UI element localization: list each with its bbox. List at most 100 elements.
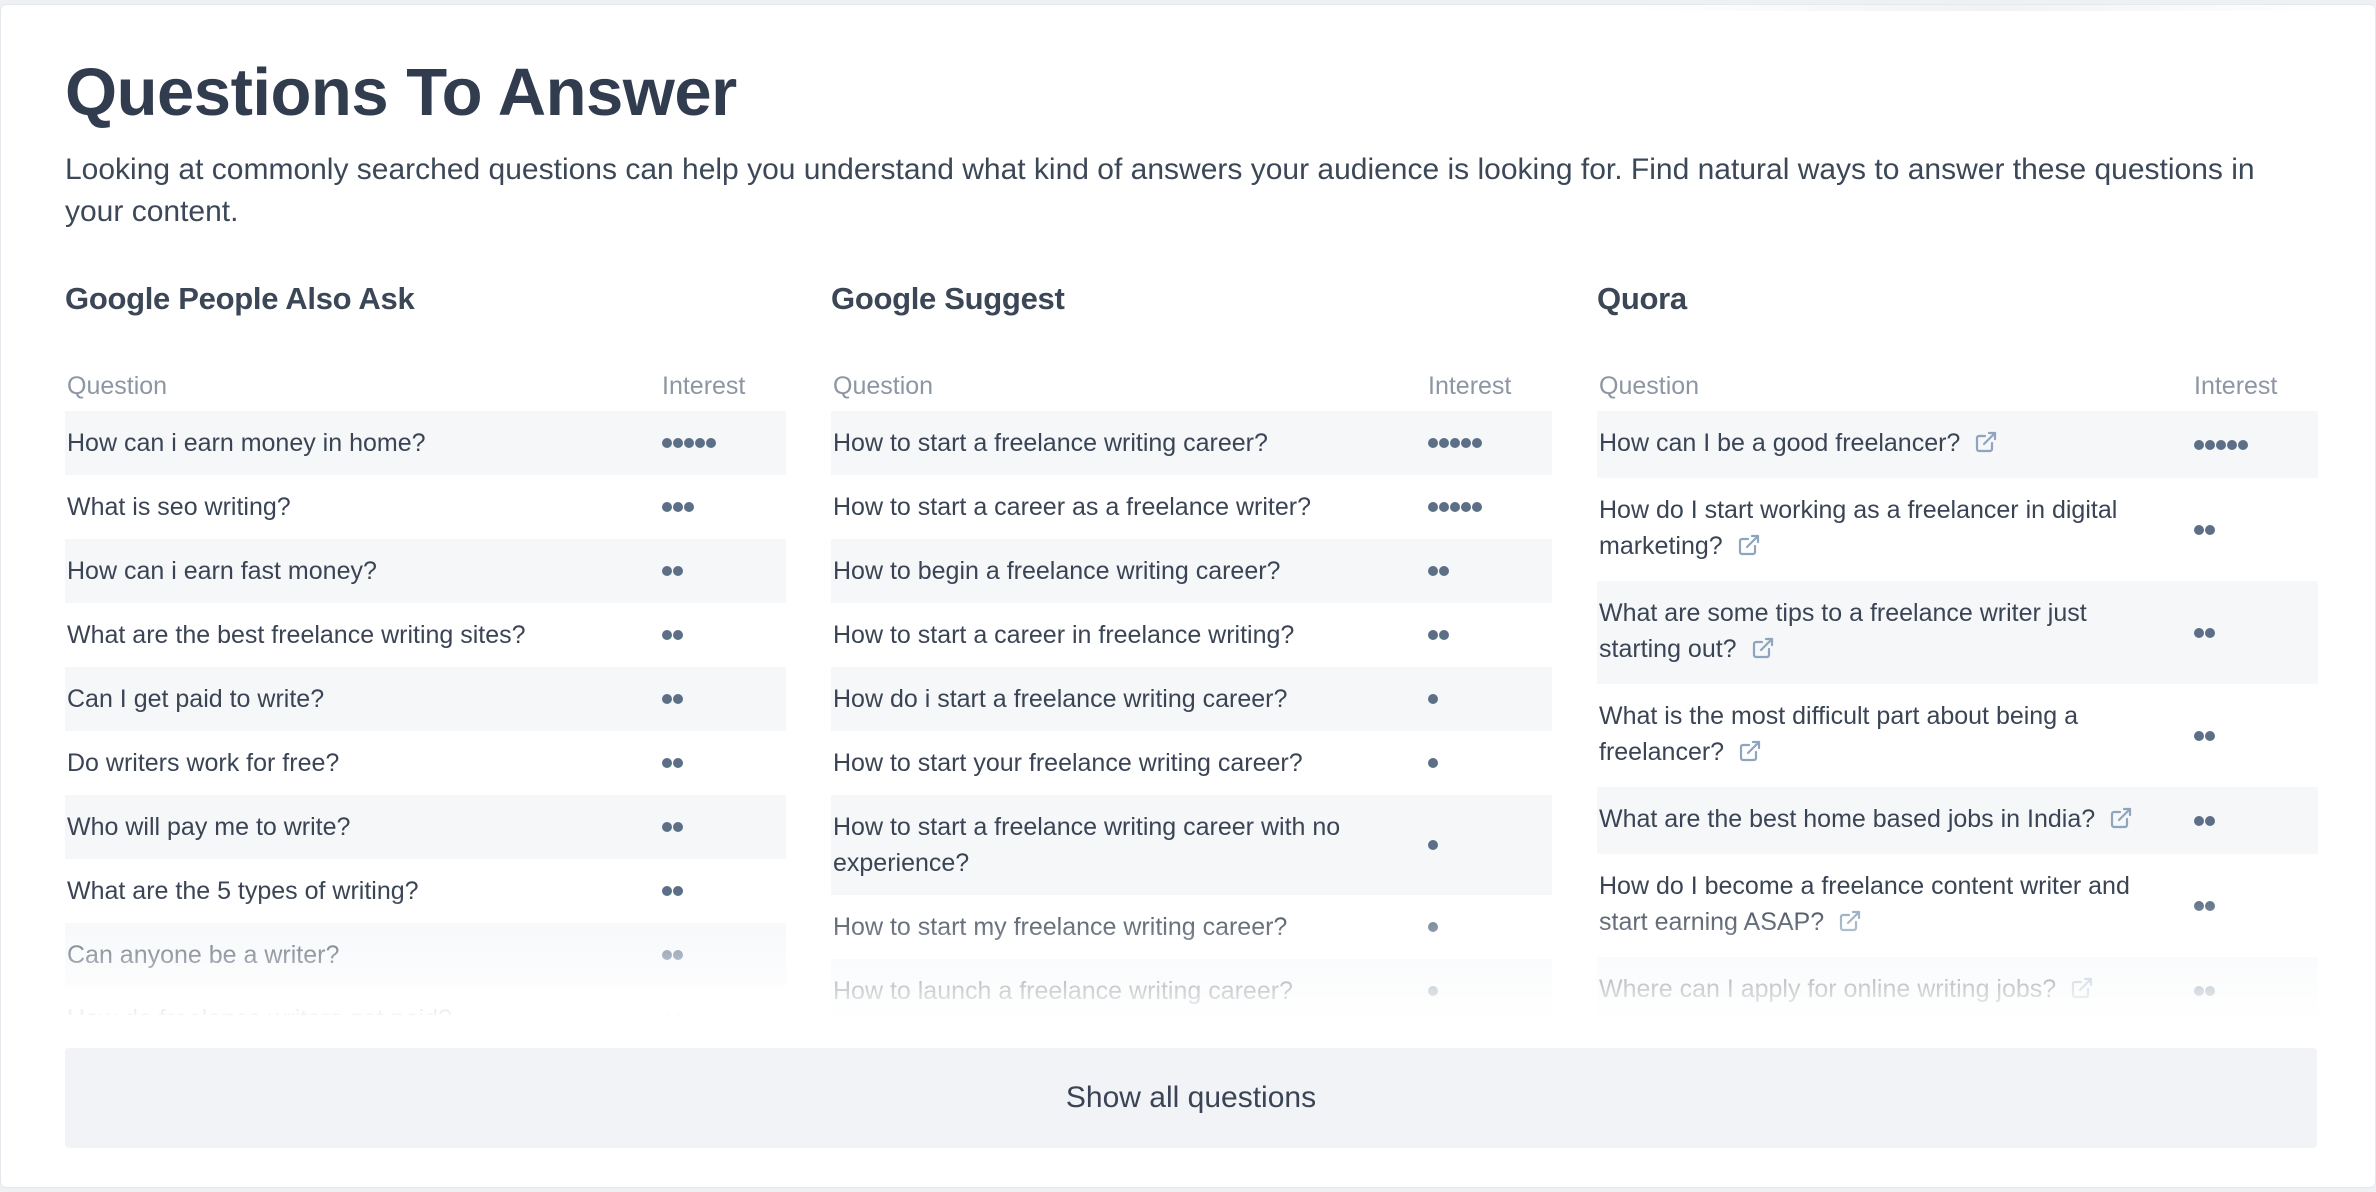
question-cell: How to begin a freelance writing career? bbox=[831, 553, 1426, 589]
interest-header: Interest bbox=[2194, 371, 2278, 400]
interest-dots bbox=[1426, 986, 1552, 996]
question-cell: Do writers work for free? bbox=[65, 745, 660, 781]
interest-dot bbox=[1439, 438, 1449, 448]
interest-dot bbox=[662, 502, 672, 512]
table-row: What are the best home based jobs in Ind… bbox=[1597, 787, 2318, 854]
question-cell: How do i start a freelance writing caree… bbox=[831, 681, 1426, 717]
interest-dot bbox=[2205, 900, 2215, 911]
interest-dots bbox=[1426, 438, 1552, 448]
question-cell: How to launch a freelance writing career… bbox=[831, 973, 1426, 1009]
column-heading: Google People Also Ask bbox=[65, 281, 415, 316]
question-header: Question bbox=[833, 371, 934, 400]
table-row: How do freelance writers get paid? bbox=[65, 987, 786, 1015]
interest-dots bbox=[1426, 840, 1552, 850]
question-text: How to start a freelance writing career? bbox=[833, 429, 1268, 457]
questions-table: Question Interest How can I be a good fr… bbox=[1597, 361, 2318, 1015]
external-link-icon[interactable] bbox=[1738, 737, 1762, 773]
table-row: How to start your freelance writing care… bbox=[831, 731, 1552, 795]
interest-dot bbox=[684, 502, 694, 512]
question-cell: How to start a career in freelance writi… bbox=[831, 617, 1426, 653]
interest-dot bbox=[2194, 439, 2204, 450]
interest-dots bbox=[660, 630, 786, 640]
table-row: Can anyone be a writer? bbox=[65, 923, 786, 987]
interest-dot bbox=[673, 502, 683, 512]
interest-dot bbox=[1472, 502, 1482, 512]
interest-dot bbox=[2205, 524, 2215, 535]
question-text: What are some tips to a freelance writer… bbox=[1599, 599, 2087, 663]
interest-dots bbox=[2192, 900, 2318, 911]
interest-dot bbox=[662, 822, 672, 832]
table-body: How can I be a good freelancer? How do I … bbox=[1597, 411, 2318, 1015]
interest-dots bbox=[2192, 985, 2318, 996]
table-row: What are the 5 types of writing? bbox=[65, 859, 786, 923]
interest-dot bbox=[662, 630, 672, 640]
table-row: How do I start working as a freelancer i… bbox=[1597, 478, 2318, 581]
external-link-icon[interactable] bbox=[2109, 804, 2133, 840]
external-link-icon[interactable] bbox=[1974, 428, 1998, 464]
table-body: How to start a freelance writing career?… bbox=[831, 411, 1552, 1015]
interest-dot bbox=[662, 1014, 672, 1015]
interest-dots bbox=[1426, 694, 1552, 704]
question-text: How can i earn money in home? bbox=[67, 429, 426, 457]
interest-dot bbox=[695, 438, 705, 448]
interest-dots bbox=[660, 566, 786, 576]
column-heading: Google Suggest bbox=[831, 281, 1065, 316]
interest-dot bbox=[673, 886, 683, 896]
interest-dot bbox=[1461, 438, 1471, 448]
section-description: Looking at commonly searched questions c… bbox=[65, 153, 2255, 228]
external-link-icon[interactable] bbox=[1737, 531, 1761, 567]
question-cell: What are the best freelance writing site… bbox=[65, 617, 660, 653]
interest-dot bbox=[673, 1014, 683, 1015]
interest-dot bbox=[1428, 758, 1438, 768]
question-text: What are the 5 types of writing? bbox=[67, 877, 419, 905]
external-link-icon[interactable] bbox=[2070, 974, 2094, 1010]
interest-dots bbox=[1426, 922, 1552, 932]
question-cell: Who will pay me to write? bbox=[65, 809, 660, 845]
question-text: What are the best freelance writing site… bbox=[67, 621, 526, 649]
question-cell: What is seo writing? bbox=[65, 489, 660, 525]
question-cell: How do I become a freelance content writ… bbox=[1597, 868, 2192, 943]
interest-dot bbox=[1450, 502, 1460, 512]
interest-dot bbox=[2205, 439, 2215, 450]
question-cell: How to start a freelance writing career … bbox=[831, 809, 1426, 881]
question-text: How to start a freelance writing career … bbox=[833, 813, 1341, 877]
table-row: What are the best freelance writing site… bbox=[65, 603, 786, 667]
table-row: How to launch a freelance writing career… bbox=[831, 959, 1552, 1015]
interest-dot bbox=[673, 694, 683, 704]
table-header: Question Interest bbox=[831, 361, 1552, 411]
table-row: How can i earn money in home? bbox=[65, 411, 786, 475]
table-row: How to start a freelance writing career … bbox=[831, 795, 1552, 895]
table-row: Where can I apply for online writing job… bbox=[1597, 957, 2318, 1015]
external-link-icon[interactable] bbox=[1751, 634, 1775, 670]
table-row: How to begin a freelance writing career? bbox=[831, 539, 1552, 603]
interest-dots bbox=[660, 694, 786, 704]
question-text: How do I become a freelance content writ… bbox=[1599, 872, 2130, 936]
interest-dot bbox=[1439, 566, 1449, 576]
table-row: How do I become a freelance content writ… bbox=[1597, 854, 2318, 957]
table-header: Question Interest bbox=[65, 361, 786, 411]
table-row: What are some tips to a freelance writer… bbox=[1597, 581, 2318, 684]
question-text: How to start a career in freelance writi… bbox=[833, 621, 1295, 649]
question-cell: Can anyone be a writer? bbox=[65, 937, 660, 973]
top-shadow bbox=[1635, 5, 2335, 11]
table-row: How to start a freelance writing career? bbox=[831, 411, 1552, 475]
interest-dot bbox=[2194, 627, 2204, 638]
interest-dots bbox=[660, 758, 786, 768]
question-text: Can I get paid to write? bbox=[67, 685, 325, 713]
interest-dot bbox=[673, 758, 683, 768]
page-title: Questions To Answer bbox=[65, 55, 737, 130]
interest-dot bbox=[1450, 438, 1460, 448]
table-row: Do writers work for free? bbox=[65, 731, 786, 795]
interest-header: Interest bbox=[662, 371, 746, 400]
table-row: What is the most difficult part about be… bbox=[1597, 684, 2318, 787]
interest-dots bbox=[2192, 524, 2318, 535]
interest-dot bbox=[673, 566, 683, 576]
external-link-icon[interactable] bbox=[1838, 907, 1862, 943]
table-row: Who will pay me to write? bbox=[65, 795, 786, 859]
show-all-questions-button[interactable]: Show all questions bbox=[65, 1048, 2317, 1148]
question-cell: How do I start working as a freelancer i… bbox=[1597, 492, 2192, 567]
interest-dots bbox=[2192, 815, 2318, 826]
question-cell: How can i earn money in home? bbox=[65, 425, 660, 461]
question-text: How can I be a good freelancer? bbox=[1599, 429, 1961, 457]
question-cell: How do freelance writers get paid? bbox=[65, 1001, 660, 1015]
